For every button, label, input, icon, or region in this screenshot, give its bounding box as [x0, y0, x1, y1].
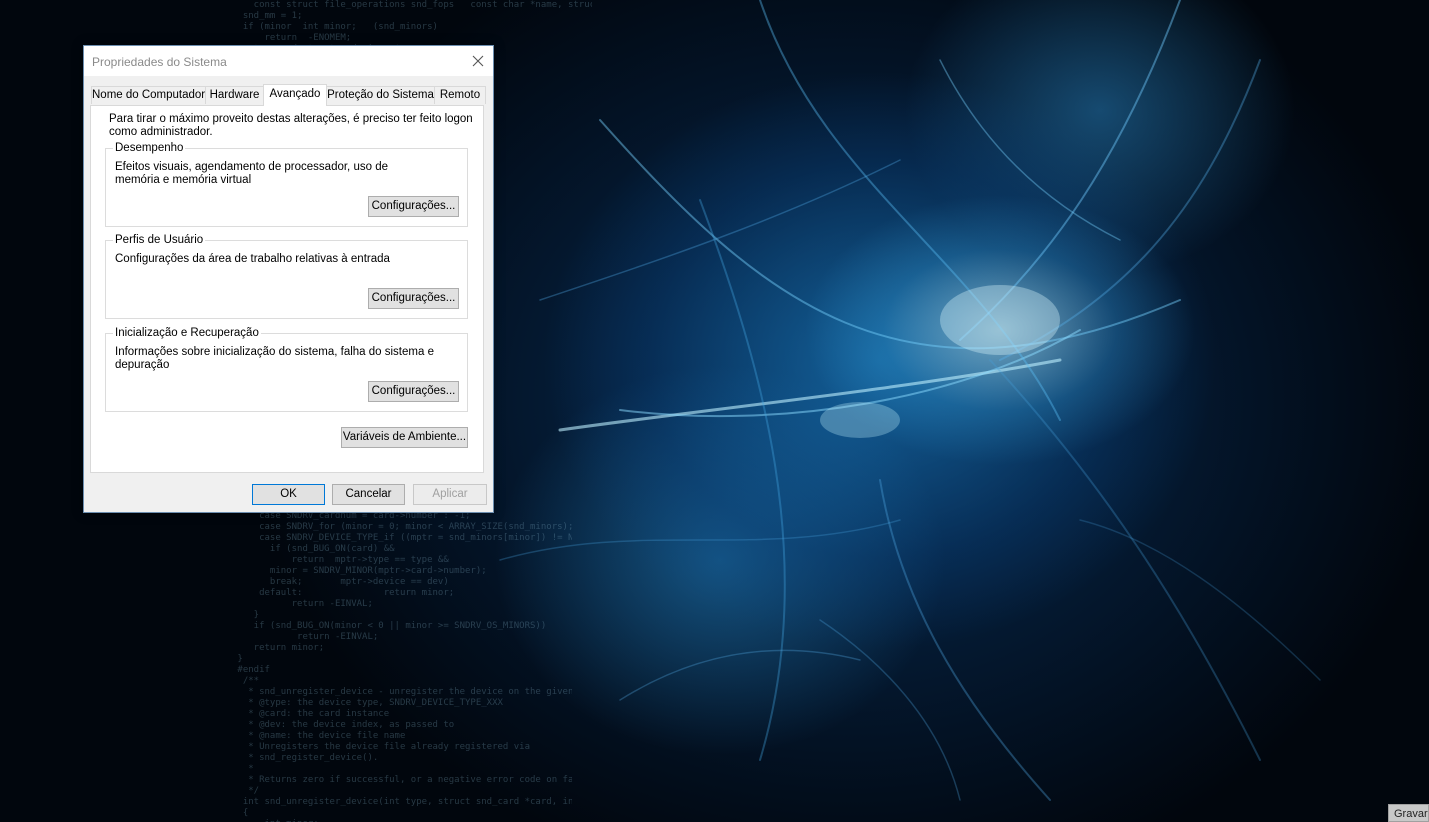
tab-advanced[interactable]: Avançado	[263, 84, 327, 106]
user-profiles-group: Perfis de Usuário Configurações da área …	[105, 233, 468, 319]
close-icon	[472, 55, 484, 67]
dialog-titlebar[interactable]: Propriedades do Sistema	[84, 46, 493, 76]
code-overlay-bottom: case SNDRV_DEVICE_TYPE_CONTROL: case SND…	[237, 500, 572, 822]
apply-button[interactable]: Aplicar	[413, 484, 487, 505]
advanced-tab-panel: Para tirar o máximo proveito destas alte…	[90, 105, 484, 473]
ok-button[interactable]: OK	[252, 484, 325, 505]
dialog-title: Propriedades do Sistema	[92, 55, 227, 69]
performance-description: Efeitos visuais, agendamento de processa…	[115, 161, 388, 186]
startup-recovery-group: Inicialização e Recuperação Informações …	[105, 326, 468, 412]
tab-system-protection[interactable]: Proteção do Sistema	[326, 86, 435, 104]
user-profiles-settings-button[interactable]: Configurações...	[368, 288, 459, 309]
performance-settings-button[interactable]: Configurações...	[368, 196, 459, 217]
performance-group-title: Desempenho	[113, 141, 186, 155]
cancel-button[interactable]: Cancelar	[332, 484, 405, 505]
startup-recovery-description: Informações sobre inicialização do siste…	[115, 346, 434, 371]
performance-group: Desempenho Efeitos visuais, agendamento …	[105, 141, 468, 227]
user-profiles-description: Configurações da área de trabalho relati…	[115, 253, 390, 265]
admin-notice: Para tirar o máximo proveito destas alte…	[109, 113, 473, 138]
record-button[interactable]: Gravar	[1388, 804, 1429, 822]
startup-recovery-group-title: Inicialização e Recuperação	[113, 326, 261, 340]
environment-variables-button[interactable]: Variáveis de Ambiente...	[341, 427, 468, 448]
startup-recovery-settings-button[interactable]: Configurações...	[368, 381, 459, 402]
code-overlay-top: const struct file_operations snd_fops co…	[242, 0, 592, 50]
tab-hardware[interactable]: Hardware	[205, 86, 264, 104]
user-profiles-group-title: Perfis de Usuário	[113, 233, 206, 247]
close-button[interactable]	[463, 46, 493, 76]
tab-remote[interactable]: Remoto	[434, 86, 486, 104]
system-properties-dialog: Propriedades do Sistema Nome do Computad…	[83, 45, 494, 513]
tab-computer-name[interactable]: Nome do Computador	[91, 86, 206, 104]
